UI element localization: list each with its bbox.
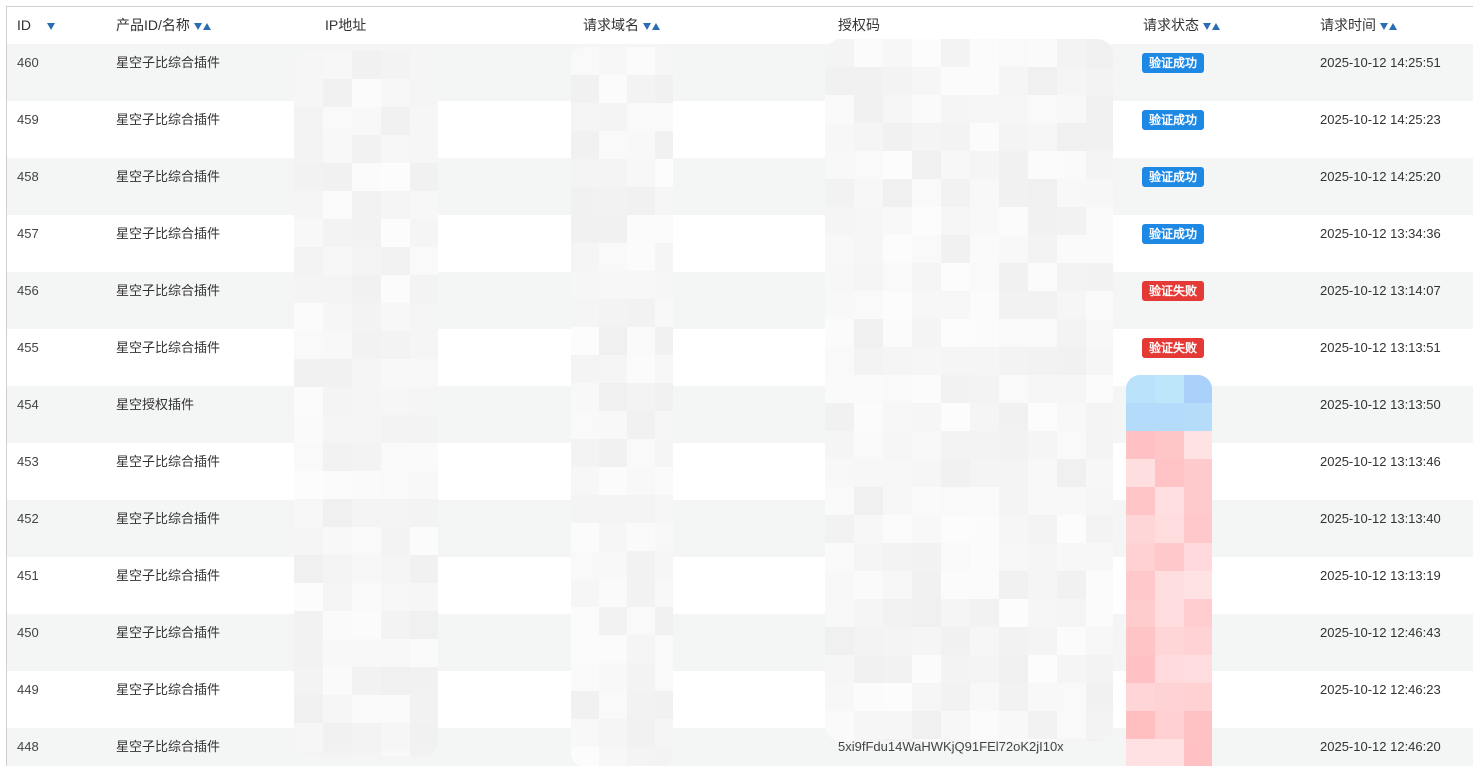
column-header-ip: IP地址 [325, 7, 366, 44]
table-row: 458 星空子比综合插件 验证成功 2025-10-12 14:25:20 [7, 158, 1473, 215]
cell-id: 449 [17, 682, 39, 697]
sort-arrows-icon[interactable] [643, 7, 660, 44]
status-badge: 验证成功 [1142, 53, 1205, 73]
table-row: 459 星空子比综合插件 验证成功 2025-10-12 14:25:23 [7, 101, 1473, 158]
sort-arrow-icon[interactable] [35, 7, 55, 44]
table-row: 450 星空子比综合插件 2025-10-12 12:46:43 [7, 614, 1473, 671]
column-header-label: 请求时间 [1320, 17, 1376, 33]
column-header-domain[interactable]: 请求域名 [583, 7, 660, 44]
cell-id: 456 [17, 283, 39, 298]
column-header-label: 请求状态 [1143, 17, 1199, 33]
status-badge: 验证成功 [1142, 110, 1205, 130]
table-body: 460 星空子比综合插件 验证成功 2025-10-12 14:25:51 459 星空子… [7, 44, 1473, 766]
redacted-ip-column [294, 51, 438, 756]
cell-time: 2025-10-12 13:13:51 [1320, 340, 1441, 355]
cell-time: 2025-10-12 13:13:46 [1320, 454, 1441, 469]
table-row: 455 星空子比综合插件 验证失败 2025-10-12 13:13:51 [7, 329, 1473, 386]
column-header-label: ID [17, 17, 31, 33]
table-header: ID 产品ID/名称 IP地址 请求域名 授权码 请求状态 请求时间 [7, 7, 1473, 45]
cell-id: 457 [17, 226, 39, 241]
status-badge: 验证失败 [1142, 338, 1205, 358]
table-row: 456 星空子比综合插件 验证失败 2025-10-12 13:14:07 [7, 272, 1473, 329]
redacted-auth-code-column [825, 39, 1113, 741]
redacted-status-column [1126, 375, 1212, 766]
cell-id: 450 [17, 625, 39, 640]
cell-product: 星空子比综合插件 [116, 283, 221, 298]
table-row: 454 星空授权插件 2025-10-12 13:13:50 [7, 386, 1473, 443]
cell-time: 2025-10-12 13:14:07 [1320, 283, 1441, 298]
cell-id: 460 [17, 55, 39, 70]
cell-product: 星空子比综合插件 [116, 55, 221, 70]
cell-time: 2025-10-12 12:46:23 [1320, 682, 1441, 697]
cell-time: 2025-10-12 12:46:43 [1320, 625, 1441, 640]
cell-id: 459 [17, 112, 39, 127]
column-header-id[interactable]: ID [17, 7, 55, 44]
cell-id: 448 [17, 739, 39, 754]
column-header-label: 请求域名 [583, 17, 639, 33]
table-row: 451 星空子比综合插件 2025-10-12 13:13:19 [7, 557, 1473, 614]
table-row: 460 星空子比综合插件 验证成功 2025-10-12 14:25:51 [7, 44, 1473, 101]
cell-id: 458 [17, 169, 39, 184]
sort-arrows-icon[interactable] [1203, 7, 1220, 44]
redacted-domain-column [571, 47, 673, 766]
table-row: 453 星空子比综合插件 2025-10-12 13:13:46 [7, 443, 1473, 500]
column-header-label: 产品ID/名称 [116, 17, 190, 33]
cell-product: 星空子比综合插件 [116, 169, 221, 184]
cell-id: 453 [17, 454, 39, 469]
cell-product: 星空子比综合插件 [116, 682, 221, 697]
sort-arrows-icon[interactable] [1380, 7, 1397, 44]
cell-id: 455 [17, 340, 39, 355]
cell-product: 星空子比综合插件 [116, 625, 221, 640]
column-header-label: 授权码 [838, 17, 880, 33]
cell-product: 星空子比综合插件 [116, 511, 221, 526]
cell-time: 2025-10-12 13:13:19 [1320, 568, 1441, 583]
cell-time: 2025-10-12 12:46:20 [1320, 739, 1441, 754]
cell-time: 2025-10-12 13:13:40 [1320, 511, 1441, 526]
column-header-product[interactable]: 产品ID/名称 [116, 7, 211, 44]
table-row: 448 星空子比综合插件 5xi9fFdu14WaHWKjQ91FEl72oK2jI… [7, 728, 1473, 766]
table-row: 457 星空子比综合插件 验证成功 2025-10-12 13:34:36 [7, 215, 1473, 272]
cell-time: 2025-10-12 13:13:50 [1320, 397, 1441, 412]
cell-product: 星空子比综合插件 [116, 226, 221, 241]
cell-product: 星空子比综合插件 [116, 568, 221, 583]
cell-product: 星空子比综合插件 [116, 739, 221, 754]
column-header-time[interactable]: 请求时间 [1320, 7, 1397, 44]
cell-product: 星空授权插件 [116, 397, 195, 412]
cell-product: 星空子比综合插件 [116, 454, 221, 469]
cell-time: 2025-10-12 13:34:36 [1320, 226, 1441, 241]
table-row: 449 星空子比综合插件 2025-10-12 12:46:23 [7, 671, 1473, 728]
table-row: 452 星空子比综合插件 2025-10-12 13:13:40 [7, 500, 1473, 557]
cell-product: 星空子比综合插件 [116, 340, 221, 355]
cell-time: 2025-10-12 14:25:20 [1320, 169, 1441, 184]
sort-arrows-icon[interactable] [193, 7, 211, 44]
cell-product: 星空子比综合插件 [116, 112, 221, 127]
cell-id: 452 [17, 511, 39, 526]
status-badge: 验证失败 [1142, 281, 1205, 301]
request-log-table: ID 产品ID/名称 IP地址 请求域名 授权码 请求状态 请求时间 460 星空… [6, 6, 1473, 766]
cell-id: 451 [17, 568, 39, 583]
column-header-label: IP地址 [325, 17, 367, 33]
cell-id: 454 [17, 397, 39, 412]
cell-time: 2025-10-12 14:25:51 [1320, 55, 1441, 70]
status-badge: 验证成功 [1142, 224, 1205, 244]
column-header-status[interactable]: 请求状态 [1143, 7, 1220, 44]
status-badge: 验证成功 [1142, 167, 1205, 187]
cell-time: 2025-10-12 14:25:23 [1320, 112, 1441, 127]
